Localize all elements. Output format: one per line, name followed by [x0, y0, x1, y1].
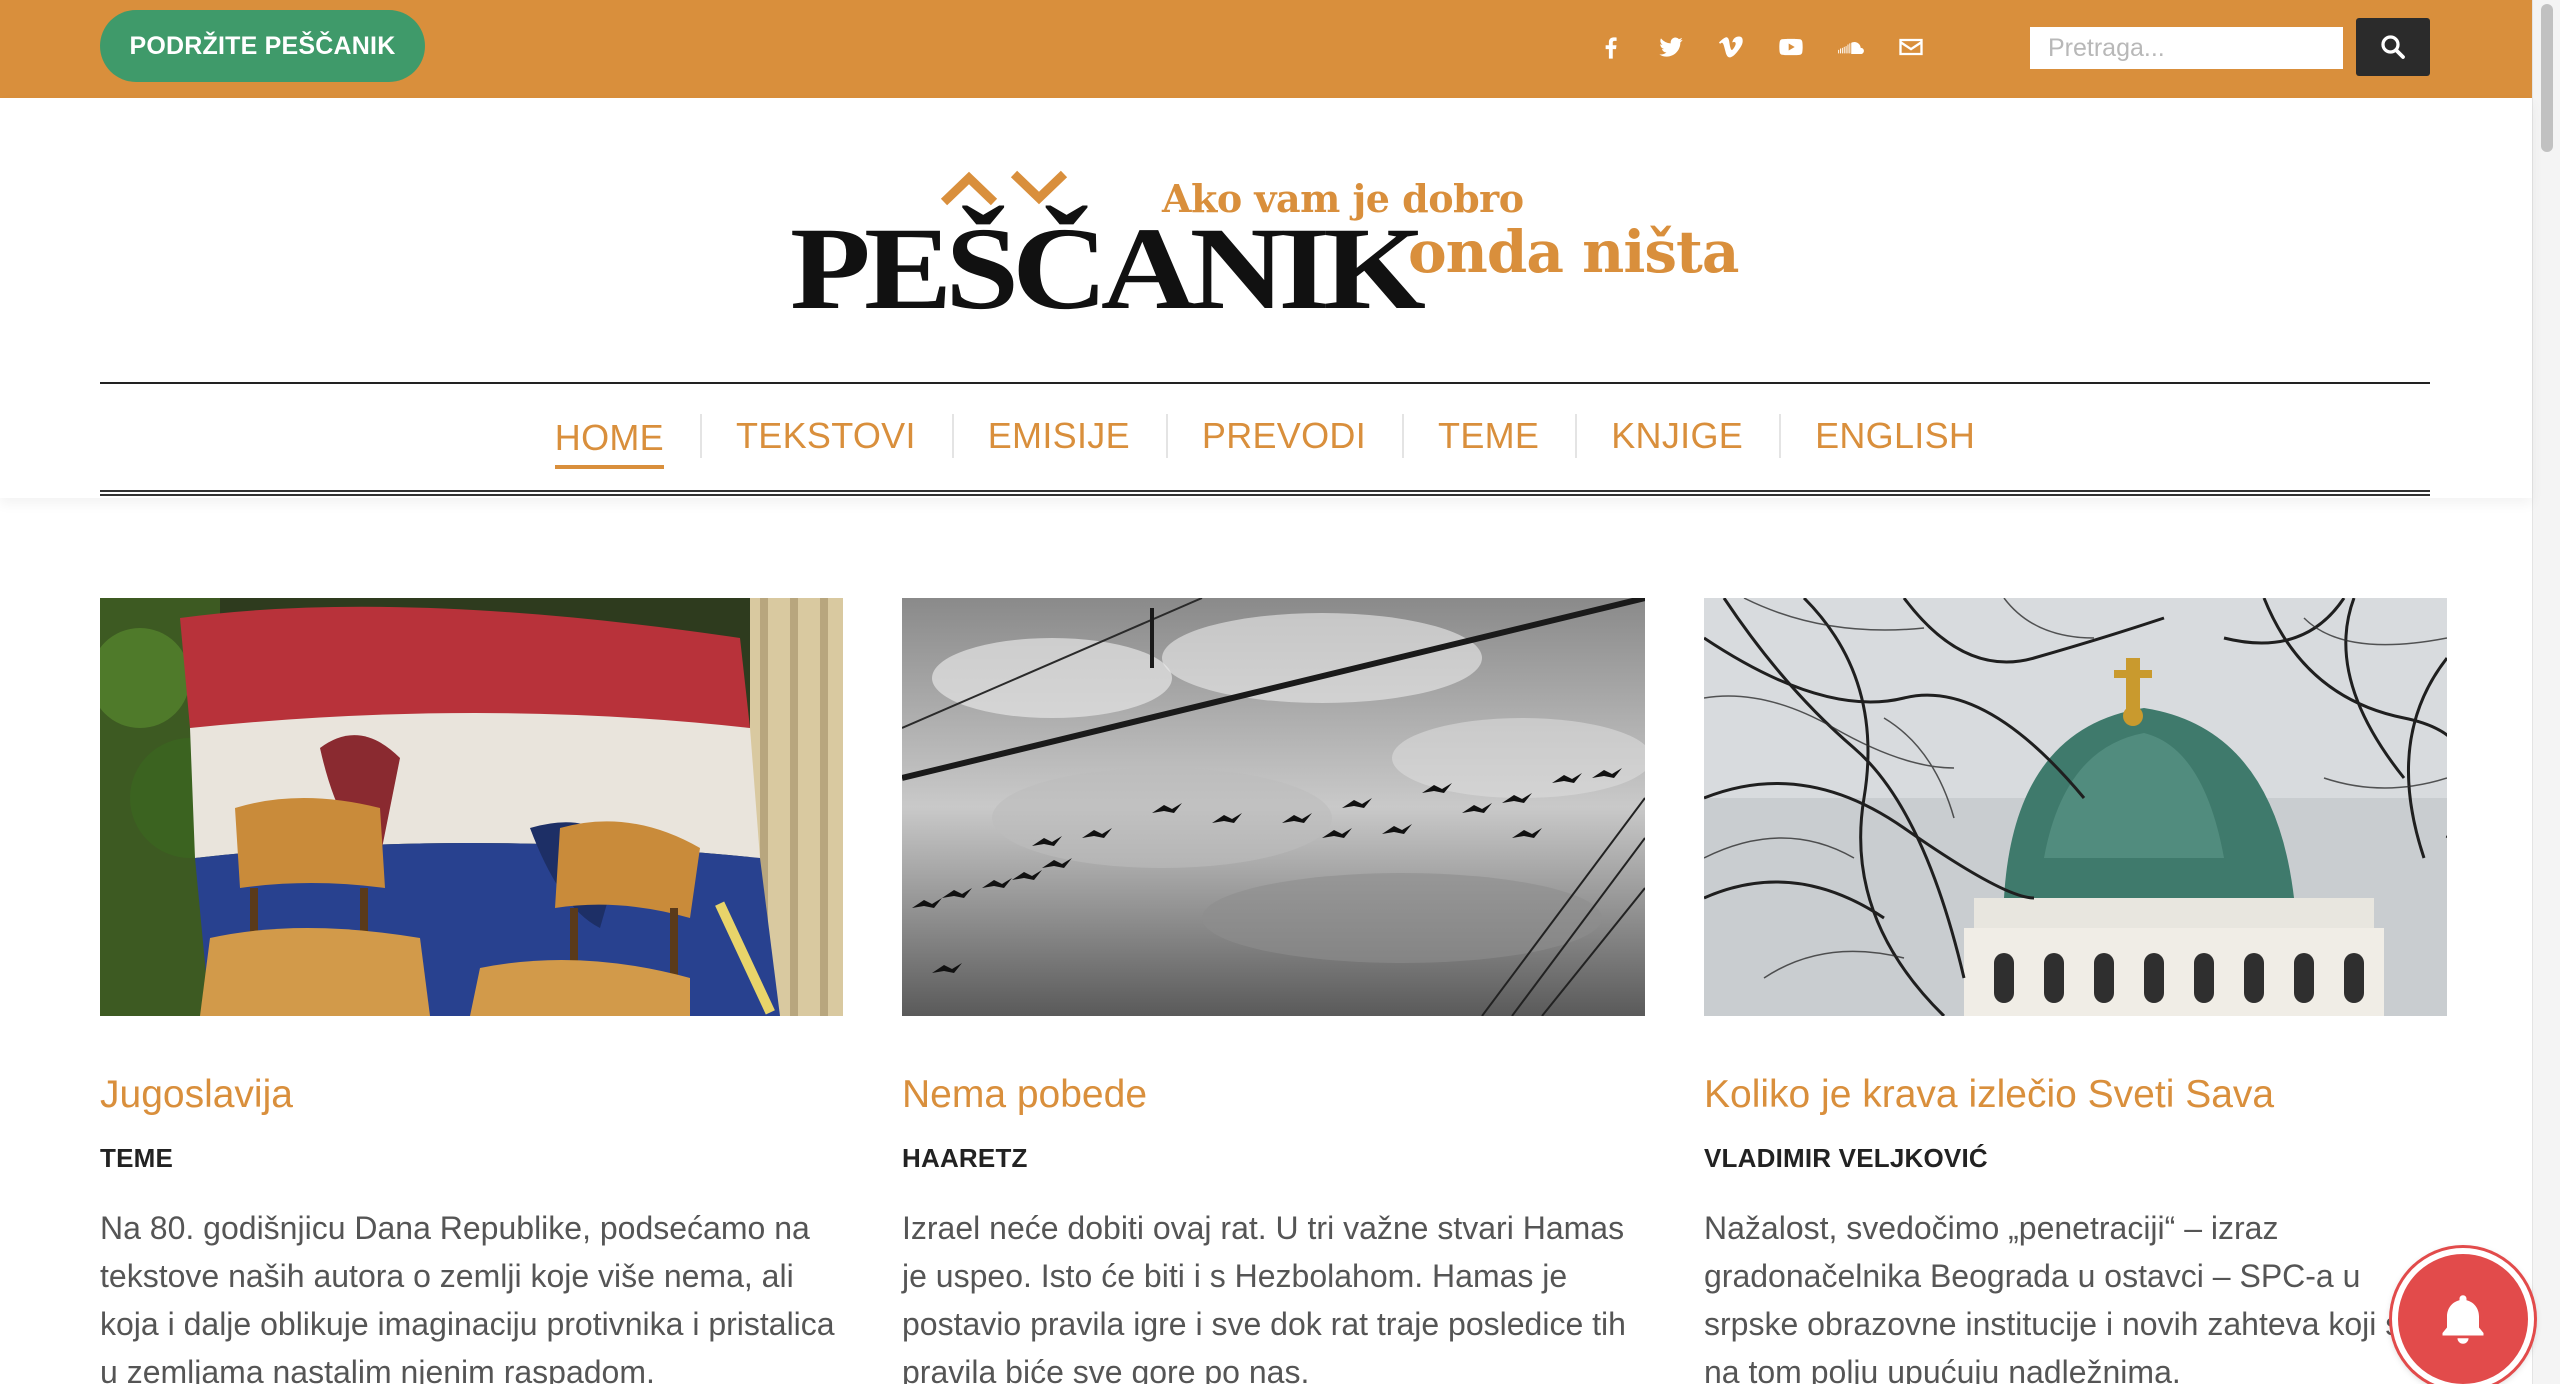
- article-excerpt: Nažalost, svedočimo „penetraciji“ – izra…: [1704, 1209, 2420, 1384]
- article-title[interactable]: Nema pobede: [902, 1072, 1645, 1119]
- search-input[interactable]: [2030, 27, 2343, 69]
- social-links: [1596, 26, 1926, 68]
- article-author[interactable]: HAARETZ: [902, 1143, 1645, 1174]
- article-card: Jugoslavija TEME Na 80. godišnjicu Dana …: [100, 598, 843, 1384]
- logo-tagline-line2: onda ništa: [1408, 218, 1739, 286]
- soundcloud-icon[interactable]: [1836, 32, 1866, 62]
- bell-icon: [2442, 1295, 2484, 1344]
- logo-wordmark: PEŠČANIK: [790, 203, 1426, 334]
- article-title[interactable]: Koliko je krava izlečio Sveti Sava: [1704, 1072, 2447, 1119]
- page-scrollbar[interactable]: [2532, 0, 2560, 1384]
- nav-divider-bottom: [100, 490, 2430, 496]
- main-nav: HOME TEKSTOVI EMISIJE PREVODI TEME KNJIG…: [0, 384, 2530, 488]
- logo-caret-up-icon: [940, 171, 998, 206]
- article-author[interactable]: TEME: [100, 1143, 843, 1174]
- nav-item-knjige[interactable]: KNJIGE: [1575, 411, 1779, 461]
- article-author[interactable]: VLADIMIR VELJKOVIĆ: [1704, 1143, 2447, 1174]
- site-logo[interactable]: PEŠČANIK Ako vam je dobro onda ništa: [790, 170, 1750, 328]
- youtube-icon[interactable]: [1776, 32, 1806, 62]
- email-icon[interactable]: [1896, 32, 1926, 62]
- article-title[interactable]: Jugoslavija: [100, 1072, 843, 1119]
- search-button[interactable]: [2356, 18, 2430, 76]
- article-excerpt: Na 80. godišnjicu Dana Republike, podseć…: [100, 1209, 835, 1384]
- vimeo-icon[interactable]: [1716, 32, 1746, 62]
- article-excerpt: Izrael neće dobiti ovaj rat. U tri važne…: [902, 1209, 1626, 1384]
- facebook-icon[interactable]: [1596, 32, 1626, 62]
- scrollbar-thumb[interactable]: [2541, 4, 2553, 152]
- logo-caret-down-icon: [1010, 170, 1068, 205]
- site-header: PEŠČANIK Ako vam je dobro onda ništa HOM…: [0, 98, 2532, 498]
- nav-item-tekstovi[interactable]: TEKSTOVI: [699, 411, 952, 461]
- article-image-flag-chairs[interactable]: [100, 598, 843, 1016]
- article-card: Koliko je krava izlečio Sveti Sava VLADI…: [1704, 598, 2447, 1384]
- top-bar: PODRŽITE PEŠČANIK: [0, 0, 2532, 98]
- article-image-birds-sky[interactable]: [902, 598, 1645, 1016]
- nav-item-english[interactable]: ENGLISH: [1779, 411, 2011, 461]
- nav-item-teme[interactable]: TEME: [1402, 411, 1575, 461]
- nav-item-emisije[interactable]: EMISIJE: [951, 411, 1166, 461]
- twitter-icon[interactable]: [1656, 32, 1686, 62]
- nav-item-prevodi[interactable]: PREVODI: [1165, 411, 1402, 461]
- nav-item-home[interactable]: HOME: [519, 411, 700, 469]
- notification-bell-button[interactable]: [2392, 1248, 2534, 1384]
- search-icon: [2381, 35, 2405, 59]
- support-button[interactable]: PODRŽITE PEŠČANIK: [100, 10, 425, 82]
- logo-tagline-line1: Ako vam je dobro: [1162, 176, 1524, 221]
- article-image-church-dome[interactable]: [1704, 598, 2447, 1016]
- article-card: Nema pobede HAARETZ Izrael neće dobiti o…: [902, 598, 1645, 1384]
